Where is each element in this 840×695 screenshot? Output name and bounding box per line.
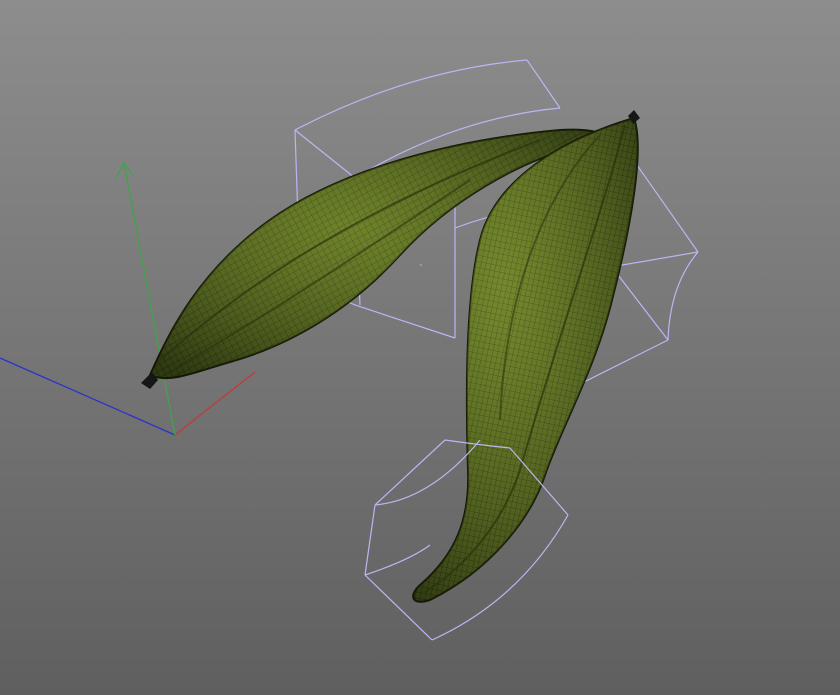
pivot-point (419, 263, 423, 267)
viewport-canvas[interactable] (0, 0, 840, 695)
3d-viewport[interactable] (0, 0, 840, 695)
